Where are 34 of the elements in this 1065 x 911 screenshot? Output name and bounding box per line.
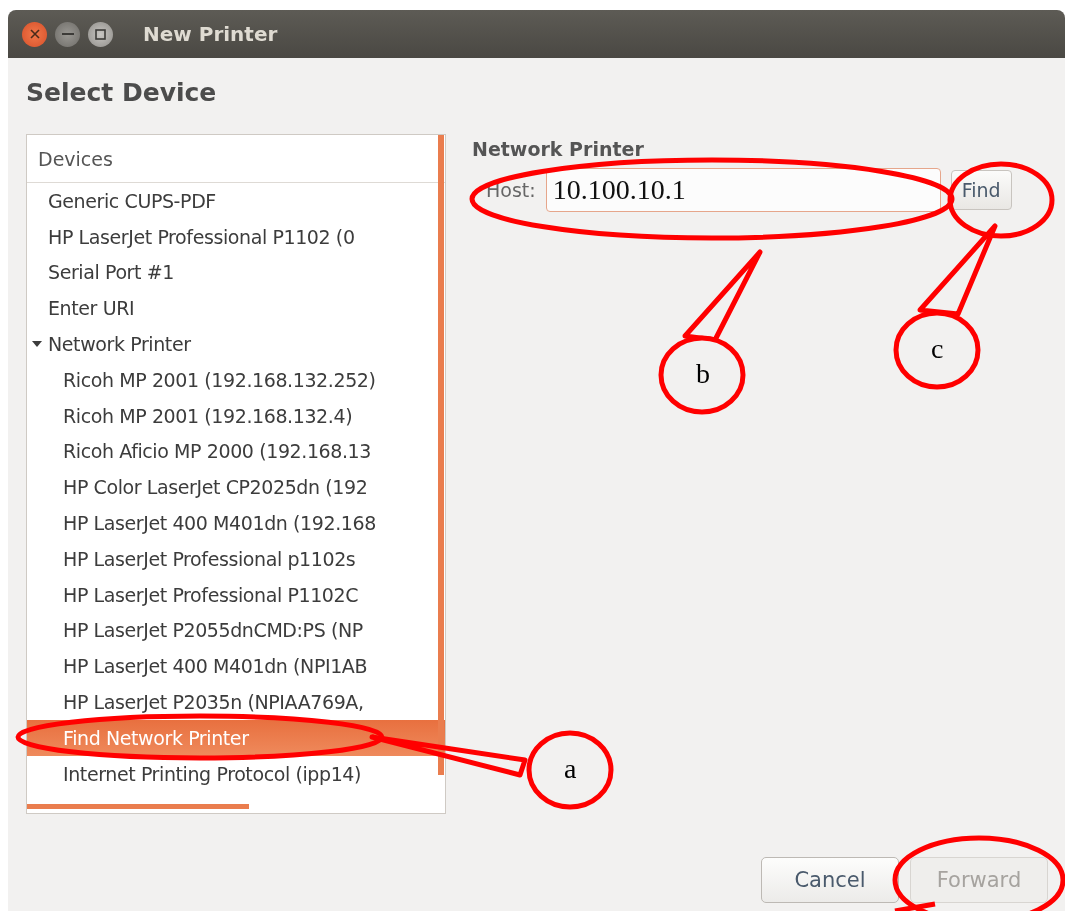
list-item[interactable]: HP LaserJet 400 M401dn (192.168 (27, 505, 445, 541)
list-item[interactable]: HP LaserJet P2055dnCMD:PS (NP (27, 612, 445, 649)
host-field[interactable]: 10.100.10.1 (545, 168, 941, 212)
minimize-button[interactable] (55, 21, 80, 47)
list-item[interactable]: Enter URI (27, 290, 445, 327)
list-item[interactable]: Ricoh MP 2001 (192.168.132.4) (27, 397, 445, 434)
list-item[interactable]: HP LaserJet 400 M401dn (NPI1AB (27, 648, 445, 685)
tree-item[interactable]: Network Printer (27, 326, 445, 362)
list-item[interactable]: Serial Port #1 (27, 254, 445, 291)
callout-label: a (564, 753, 577, 784)
maximize-button[interactable] (88, 21, 113, 47)
list-item[interactable]: HP Color LaserJet CP2025dn (192 (27, 469, 445, 506)
cancel-button[interactable]: Cancel (761, 857, 899, 903)
list-item[interactable]: Ricoh MP 2001 (192.168.132.252) (27, 362, 445, 398)
list-item[interactable]: HP LaserJet P2035n (NPIAA769A, (27, 684, 445, 720)
vertical-scrollbar[interactable] (438, 135, 444, 775)
close-icon (29, 29, 40, 39)
list-item[interactable]: HP LaserJet Professional P1102 (0 (27, 218, 445, 255)
list-item[interactable]: Internet Printing Protocol (ipp14) (27, 755, 445, 792)
minimize-icon (61, 33, 74, 35)
maximize-icon (95, 28, 106, 40)
callout-label: b (696, 358, 710, 389)
window-title: New Printer (143, 22, 278, 46)
horizontal-scrollbar[interactable] (27, 804, 249, 809)
list-item[interactable]: Generic CUPS-PDF (27, 183, 445, 219)
find-button[interactable]: Find (950, 170, 1012, 210)
close-button[interactable] (22, 21, 47, 47)
callout-label: c (931, 333, 944, 364)
page-heading: Select Device (26, 78, 218, 109)
section-title: Network Printer (472, 138, 645, 160)
leader-line (894, 901, 936, 911)
list-item[interactable]: HP LaserJet Professional p1102s (27, 540, 445, 577)
list-item[interactable]: HP LaserJet Professional P1102C (27, 576, 445, 613)
list-item[interactable]: Ricoh Aficio MP 2000 (192.168.13 (27, 433, 445, 470)
